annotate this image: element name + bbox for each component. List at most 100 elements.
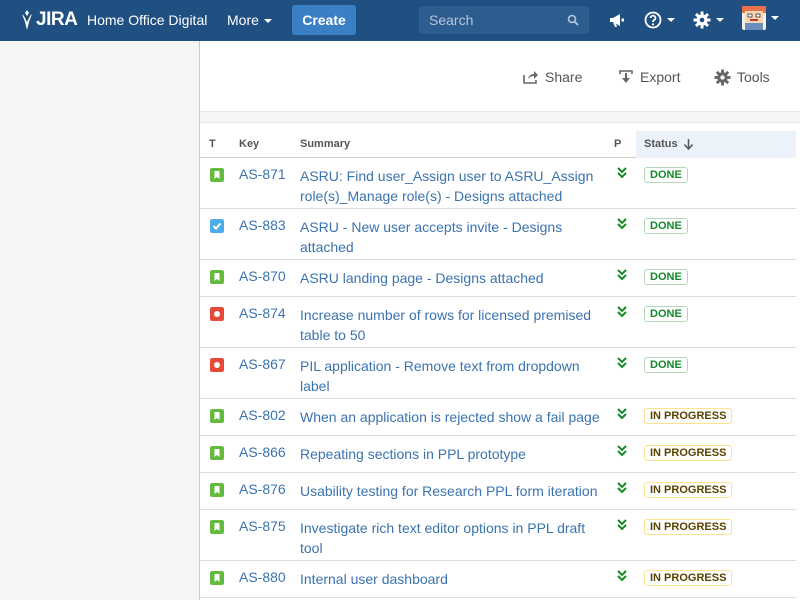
story-icon: [210, 571, 224, 585]
sort-descending-icon: [683, 138, 693, 150]
task-icon: [210, 219, 224, 233]
priority-lowest-icon: [617, 570, 627, 582]
issue-summary-link[interactable]: Internal user dashboard: [300, 569, 606, 589]
bug-icon: [210, 307, 224, 321]
priority-lowest-icon: [617, 445, 627, 457]
share-label: Share: [545, 69, 583, 85]
megaphone-icon: [610, 14, 624, 27]
story-icon: [210, 409, 224, 423]
issue-key-link[interactable]: AS-883: [239, 217, 286, 233]
search-icon: [567, 14, 579, 26]
issue-key-link[interactable]: AS-870: [239, 268, 286, 284]
table-row[interactable]: AS-867 PIL application - Remove text from…: [200, 348, 796, 399]
issue-summary-link[interactable]: Usability testing for Research PPL form …: [300, 481, 606, 501]
export-button[interactable]: Export: [618, 68, 680, 86]
story-icon: [210, 520, 224, 534]
issue-key-link[interactable]: AS-875: [239, 518, 286, 534]
table-header: T Key Summary P Status: [200, 131, 796, 158]
column-header-priority[interactable]: P: [614, 138, 621, 150]
share-icon: [523, 71, 538, 84]
priority-lowest-icon: [617, 357, 627, 369]
status-badge: DONE: [644, 306, 688, 322]
chevron-down-icon: [771, 16, 779, 20]
user-profile-button[interactable]: [742, 6, 779, 30]
jira-logo-icon: [22, 10, 32, 30]
issue-summary-link[interactable]: When an application is rejected show a f…: [300, 407, 606, 427]
story-icon: [210, 270, 224, 284]
table-row[interactable]: AS-880 Internal user dashboard IN PROGRESS: [200, 561, 796, 598]
column-header-key[interactable]: Key: [239, 138, 259, 150]
table-row[interactable]: AS-883 ASRU - New user accepts invite - D…: [200, 209, 796, 260]
issue-key-link[interactable]: AS-871: [239, 166, 286, 182]
issue-key-link[interactable]: AS-802: [239, 407, 286, 423]
gear-icon: [693, 11, 711, 29]
status-badge: DONE: [644, 269, 688, 285]
story-icon: [210, 168, 224, 182]
notifications-button[interactable]: [609, 10, 625, 30]
table-row[interactable]: AS-871 ASRU: Find user_Assign user to ASR…: [200, 158, 796, 209]
priority-lowest-icon: [617, 218, 627, 230]
export-label: Export: [640, 69, 681, 85]
top-navigation-bar: JIRA Home Office Digital More Create Sea…: [0, 0, 800, 41]
priority-lowest-icon: [617, 519, 627, 531]
priority-lowest-icon: [617, 306, 627, 318]
status-badge: IN PROGRESS: [644, 519, 733, 535]
avatar: [742, 6, 766, 30]
chevron-down-icon: [263, 19, 272, 24]
table-row[interactable]: AS-802 When an application is rejected sh…: [200, 399, 796, 436]
logo-text: JIRA: [36, 9, 78, 30]
story-icon: [210, 483, 224, 497]
share-button[interactable]: Share: [523, 68, 582, 86]
status-badge: IN PROGRESS: [644, 445, 733, 461]
tools-button[interactable]: Tools: [714, 68, 770, 86]
help-button[interactable]: [644, 10, 675, 30]
create-button[interactable]: Create: [292, 5, 356, 35]
story-icon: [210, 446, 224, 460]
column-header-status[interactable]: Status: [644, 138, 693, 150]
column-header-summary[interactable]: Summary: [300, 138, 350, 150]
export-icon: [619, 70, 633, 83]
status-badge: DONE: [644, 357, 688, 373]
issue-summary-link[interactable]: Investigate rich text editor options in …: [300, 518, 606, 558]
chevron-down-icon: [716, 18, 724, 22]
main-content: Share Export Tools T Key Summary P Statu…: [200, 41, 800, 600]
priority-lowest-icon: [617, 269, 627, 281]
search-placeholder: Search: [429, 12, 474, 28]
issue-summary-link[interactable]: Repeating sections in PPL prototype: [300, 444, 606, 464]
issue-summary-link[interactable]: ASRU - New user accepts invite - Designs…: [300, 217, 606, 257]
status-badge: DONE: [644, 167, 688, 183]
project-link[interactable]: Home Office Digital: [87, 12, 207, 28]
jira-logo[interactable]: JIRA: [20, 9, 78, 31]
status-badge: IN PROGRESS: [644, 482, 733, 498]
status-badge: DONE: [644, 218, 688, 234]
table-row[interactable]: AS-875 Investigate rich text editor optio…: [200, 510, 796, 561]
table-row[interactable]: AS-866 Repeating sections in PPL prototyp…: [200, 436, 796, 473]
issue-summary-link[interactable]: ASRU: Find user_Assign user to ASRU_Assi…: [300, 166, 606, 206]
table-row[interactable]: AS-876 Usability testing for Research PPL…: [200, 473, 796, 510]
table-row[interactable]: AS-874 Increase number of rows for licens…: [200, 297, 796, 348]
issue-summary-link[interactable]: ASRU landing page - Designs attached: [300, 268, 606, 288]
table-row[interactable]: AS-870 ASRU landing page - Designs attach…: [200, 260, 796, 297]
status-badge: IN PROGRESS: [644, 408, 733, 424]
issue-table: T Key Summary P Status AS-871 ASRU: Find …: [200, 131, 796, 598]
priority-lowest-icon: [617, 408, 627, 420]
issue-summary-link[interactable]: Increase number of rows for licensed pre…: [300, 305, 606, 345]
sidebar: [0, 41, 200, 600]
chevron-down-icon: [667, 18, 675, 22]
status-header-label: Status: [644, 138, 678, 150]
column-header-type[interactable]: T: [209, 138, 216, 150]
issue-key-link[interactable]: AS-866: [239, 444, 286, 460]
issue-key-link[interactable]: AS-867: [239, 356, 286, 372]
issue-summary-link[interactable]: PIL application - Remove text from dropd…: [300, 356, 606, 396]
gear-icon: [714, 68, 731, 86]
search-input[interactable]: Search: [419, 6, 589, 34]
table-body: AS-871 ASRU: Find user_Assign user to ASR…: [200, 158, 796, 598]
settings-button[interactable]: [693, 10, 724, 30]
issue-key-link[interactable]: AS-876: [239, 481, 286, 497]
issue-key-link[interactable]: AS-874: [239, 305, 286, 321]
priority-lowest-icon: [617, 482, 627, 494]
issue-key-link[interactable]: AS-880: [239, 569, 286, 585]
help-icon: [644, 11, 662, 29]
section-divider: [200, 111, 800, 123]
more-menu[interactable]: More: [227, 12, 272, 28]
